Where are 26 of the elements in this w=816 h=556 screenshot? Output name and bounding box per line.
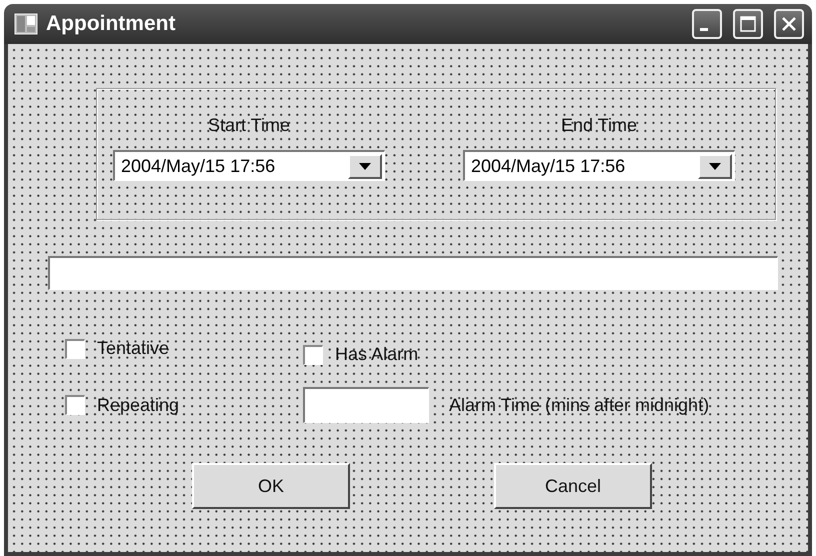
checkbox[interactable] bbox=[65, 338, 85, 358]
checkbox-label: Has Alarm bbox=[335, 344, 418, 365]
date-time-picker[interactable]: 2004/May/15 17:56 bbox=[113, 150, 385, 181]
dropdown-button[interactable] bbox=[348, 154, 382, 178]
date-time-picker[interactable]: 2004/May/15 17:56 bbox=[463, 150, 735, 181]
checkbox-label: Repeating bbox=[97, 394, 180, 416]
checkbox[interactable] bbox=[65, 395, 85, 415]
caret-icon bbox=[359, 162, 371, 170]
form-icon bbox=[14, 13, 38, 35]
field-label: Alarm Time (mins after midnight) bbox=[449, 394, 710, 416]
minimize-button[interactable] bbox=[692, 9, 722, 39]
maximize-icon bbox=[738, 14, 758, 34]
caret-icon bbox=[709, 162, 721, 170]
close-button[interactable] bbox=[774, 9, 804, 39]
minimize-icon bbox=[700, 28, 708, 30]
maximize-button[interactable] bbox=[733, 9, 763, 39]
checkbox[interactable] bbox=[303, 344, 324, 364]
time-label: Start Time bbox=[208, 115, 290, 136]
dialog-button[interactable]: Cancel bbox=[494, 463, 652, 509]
time-label: End Time bbox=[560, 115, 638, 136]
dialog-button[interactable]: OK bbox=[192, 463, 350, 509]
window-title: Appointment bbox=[46, 12, 176, 36]
dropdown-button[interactable] bbox=[698, 154, 732, 178]
text-field[interactable] bbox=[48, 256, 778, 290]
input-field[interactable] bbox=[303, 387, 429, 423]
checkbox-label: Tentative bbox=[97, 338, 170, 359]
